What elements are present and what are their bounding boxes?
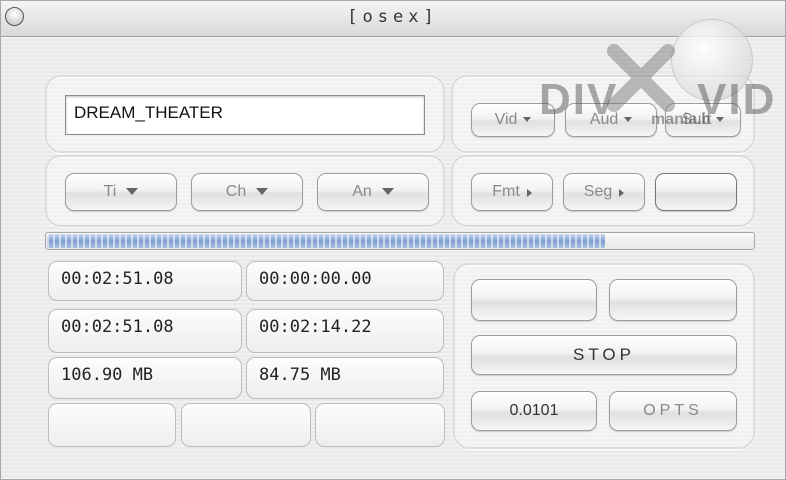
chapter-select-label: Ch bbox=[225, 183, 247, 200]
value-display[interactable]: 0.0101 bbox=[471, 391, 597, 431]
divxvid-watermark: DIV VID mania.it bbox=[501, 19, 786, 129]
control-button-left[interactable] bbox=[471, 279, 597, 321]
filename-input[interactable]: DREAM_THEATER bbox=[65, 95, 425, 135]
empty-readout-3 bbox=[315, 403, 445, 447]
selector-group: Ti Ch An bbox=[45, 155, 445, 227]
chevron-right-icon bbox=[526, 189, 532, 197]
chevron-down-icon bbox=[381, 188, 394, 196]
opts-button-label: OPTS bbox=[643, 402, 703, 419]
chapter-select-button[interactable]: Ch bbox=[191, 173, 303, 211]
watermark-small-text: mania.it bbox=[651, 111, 712, 128]
chevron-down-icon bbox=[256, 188, 269, 196]
seg-button[interactable]: Seg bbox=[563, 173, 645, 211]
progress-fill bbox=[47, 234, 605, 248]
filename-group: DREAM_THEATER bbox=[45, 75, 445, 153]
seg-button-label: Seg bbox=[583, 183, 613, 200]
format-group: Fmt Seg bbox=[451, 155, 755, 227]
stop-button[interactable]: STOP bbox=[471, 335, 737, 375]
time-readout-1: 00:02:51.08 bbox=[48, 261, 242, 301]
control-button-right[interactable] bbox=[609, 279, 737, 321]
fmt-button[interactable]: Fmt bbox=[471, 173, 553, 211]
time-readout-4: 00:02:14.22 bbox=[246, 309, 444, 353]
angle-select-button[interactable]: An bbox=[317, 173, 429, 211]
opts-button[interactable]: OPTS bbox=[609, 391, 737, 431]
empty-readout-2 bbox=[181, 403, 311, 447]
extra-button[interactable] bbox=[655, 173, 737, 211]
progress-bar bbox=[45, 232, 755, 250]
size-readout-1: 106.90 MB bbox=[48, 357, 242, 399]
title-select-button[interactable]: Ti bbox=[65, 173, 177, 211]
chevron-right-icon bbox=[619, 189, 625, 197]
angle-select-label: An bbox=[352, 183, 372, 200]
empty-readout-1 bbox=[48, 403, 176, 447]
watermark-left-text: DIV bbox=[539, 75, 619, 124]
osex-window: [osex] DREAM_THEATER Vid Aud Sub Ti Ch A… bbox=[0, 0, 786, 480]
controls-group: STOP 0.0101 OPTS bbox=[453, 263, 755, 449]
chevron-down-icon bbox=[126, 188, 139, 196]
size-readout-2: 84.75 MB bbox=[246, 357, 444, 399]
time-readout-2: 00:00:00.00 bbox=[246, 261, 444, 301]
fmt-button-label: Fmt bbox=[492, 183, 520, 200]
time-readout-3: 00:02:51.08 bbox=[48, 309, 242, 353]
stop-button-label: STOP bbox=[573, 345, 635, 364]
value-display-label: 0.0101 bbox=[509, 402, 559, 419]
title-select-label: Ti bbox=[103, 183, 117, 200]
